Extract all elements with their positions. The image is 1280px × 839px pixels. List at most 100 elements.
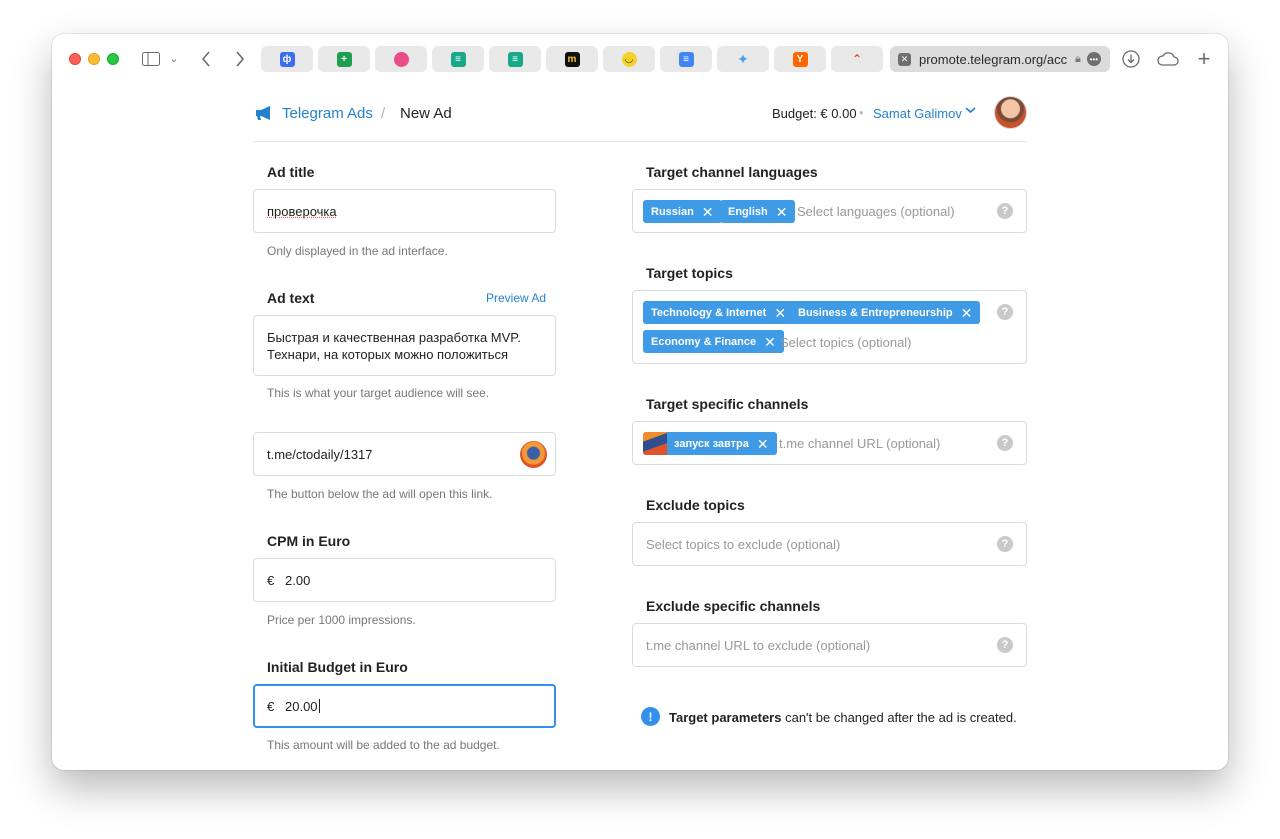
tab-4[interactable]: ≡ xyxy=(432,46,484,72)
topics-placeholder: Select topics (optional) xyxy=(780,335,912,350)
new-tab-icon[interactable]: + xyxy=(1194,46,1214,71)
chevron-down-icon[interactable] xyxy=(965,106,976,117)
mountain-icon: ⌃ xyxy=(851,52,863,66)
channel-thumbnail xyxy=(520,441,547,468)
tab-7[interactable]: ◡ xyxy=(603,46,655,72)
channels-label: Target specific channels xyxy=(646,396,809,412)
budget-help: This amount will be added to the ad budg… xyxy=(267,738,500,752)
exclude-topics-label: Exclude topics xyxy=(646,497,745,513)
page: Telegram Ads / New Ad Budget: € 0.00 • S… xyxy=(253,84,1027,752)
megaphone-icon xyxy=(256,106,270,120)
tab-9[interactable]: ✦ xyxy=(717,46,769,72)
channels-placeholder: t.me channel URL (optional) xyxy=(779,436,941,451)
help-icon[interactable]: ? xyxy=(997,637,1013,653)
remove-chip-icon: ✕ xyxy=(764,333,776,350)
budget-value: 20.00 xyxy=(285,699,320,714)
help-icon[interactable]: ? xyxy=(997,435,1013,451)
exclude-topics-placeholder: Select topics to exclude (optional) xyxy=(646,537,841,552)
ad-text-help: This is what your target audience will s… xyxy=(267,386,490,400)
lock-icon: 🔒︎ xyxy=(1075,52,1081,65)
languages-label: Target channel languages xyxy=(646,164,818,180)
budget-currency: € xyxy=(267,699,275,714)
remove-chip-icon: ✕ xyxy=(960,304,973,321)
ad-text-line-2: Технари, на которых можно положиться xyxy=(267,347,509,362)
close-tab-icon[interactable]: ✕ xyxy=(898,52,911,66)
exclude-topics-select[interactable]: Select topics to exclude (optional) ? xyxy=(632,522,1027,566)
page-title: New Ad xyxy=(400,105,452,122)
header-dot: • xyxy=(859,105,864,120)
ad-text-input[interactable]: Быстрая и качественная разработка MVP. Т… xyxy=(253,315,556,376)
chip-english[interactable]: English ✕ xyxy=(720,200,796,223)
cloud-icon[interactable] xyxy=(1156,48,1180,70)
cpm-help: Price per 1000 impressions. xyxy=(267,613,416,627)
remove-chip-icon: ✕ xyxy=(756,435,769,452)
disqus-like-icon: ф xyxy=(279,51,295,67)
tab-8[interactable]: ≡ xyxy=(660,46,712,72)
channels-select[interactable]: запуск завтра ✕ t.me channel URL (optiona… xyxy=(632,421,1027,465)
emoji-icon: ◡ xyxy=(621,51,637,67)
close-window-button[interactable] xyxy=(69,53,81,65)
remove-chip-icon: ✕ xyxy=(701,203,714,220)
page-header: Telegram Ads / New Ad Budget: € 0.00 • S… xyxy=(253,84,1027,142)
brand-link[interactable]: Telegram Ads xyxy=(282,105,373,122)
help-icon[interactable]: ? xyxy=(997,203,1013,219)
browser-toolbar: ⌄ ф + ≡ ≡ m ◡ ≡ ✦ Y ⌃ ✕ promote.telegram… xyxy=(52,34,1228,84)
dribbble-icon xyxy=(393,51,409,67)
preview-ad-link[interactable]: Preview Ad xyxy=(486,291,546,305)
chip-channel[interactable]: запуск завтра ✕ xyxy=(643,432,777,455)
budget-input[interactable]: € 20.00 xyxy=(253,684,556,728)
exclude-channels-label: Exclude specific channels xyxy=(646,598,821,614)
ad-link-input[interactable]: t.me/ctodaily/1317 xyxy=(253,432,556,476)
ad-text-label: Ad text xyxy=(267,290,315,306)
more-icon[interactable]: ••• xyxy=(1086,52,1101,66)
ycombinator-icon: Y xyxy=(792,51,808,67)
sheets-icon: + xyxy=(336,51,352,67)
budget-label: Initial Budget in Euro xyxy=(267,659,408,675)
help-icon[interactable]: ? xyxy=(997,536,1013,552)
browser-window: ⌄ ф + ≡ ≡ m ◡ ≡ ✦ Y ⌃ ✕ promote.telegram… xyxy=(52,34,1228,770)
tab-2[interactable]: + xyxy=(318,46,370,72)
ad-title-help: Only displayed in the ad interface. xyxy=(267,244,448,258)
exclude-channels-placeholder: t.me channel URL to exclude (optional) xyxy=(646,638,871,653)
zoom-window-button[interactable] xyxy=(107,53,119,65)
cpm-input[interactable]: € 2.00 xyxy=(253,558,556,602)
address-text: promote.telegram.org/acc xyxy=(919,51,1068,67)
languages-select[interactable]: Russian ✕ English ✕ Select languages (opti… xyxy=(632,189,1027,233)
tab-11[interactable]: ⌃ xyxy=(831,46,883,72)
account-budget: Budget: € 0.00 xyxy=(772,106,857,121)
info-icon: ! xyxy=(641,707,660,726)
ad-title-label: Ad title xyxy=(267,164,315,180)
tab-5[interactable]: ≡ xyxy=(489,46,541,72)
user-menu[interactable]: Samat Galimov xyxy=(873,106,962,121)
help-icon[interactable]: ? xyxy=(997,304,1013,320)
gdocs-icon: ≡ xyxy=(678,51,694,67)
cpm-label: CPM in Euro xyxy=(267,533,351,549)
topics-select[interactable]: Technology & Internet ✕ Business & Entrep… xyxy=(632,290,1027,364)
tab-10[interactable]: Y xyxy=(774,46,826,72)
chip-technology[interactable]: Technology & Internet ✕ xyxy=(643,301,795,324)
miro-icon: m xyxy=(564,51,580,67)
chip-economy[interactable]: Economy & Finance ✕ xyxy=(643,330,784,353)
breadcrumb-separator: / xyxy=(381,105,386,122)
exclude-channels-input[interactable]: t.me channel URL to exclude (optional) ? xyxy=(632,623,1027,667)
chip-russian[interactable]: Russian ✕ xyxy=(643,200,722,223)
tab-1[interactable]: ф xyxy=(261,46,313,72)
cpm-value: 2.00 xyxy=(285,573,311,588)
download-icon[interactable] xyxy=(1121,48,1141,70)
tab-3[interactable] xyxy=(375,46,427,72)
sparkle-icon: ✦ xyxy=(737,50,749,67)
chevron-down-icon[interactable]: ⌄ xyxy=(168,48,180,70)
remove-chip-icon: ✕ xyxy=(775,203,788,220)
forward-icon[interactable] xyxy=(230,48,250,70)
minimize-window-button[interactable] xyxy=(88,53,100,65)
active-tab-address[interactable]: ✕ promote.telegram.org/acc 🔒︎ ••• xyxy=(890,46,1110,72)
cpm-currency: € xyxy=(267,573,275,588)
back-icon[interactable] xyxy=(196,48,216,70)
sidebar-icon[interactable] xyxy=(141,48,161,70)
chip-business[interactable]: Business & Entrepreneurship ✕ xyxy=(790,301,981,324)
ad-text-line-1: Быстрая и качественная разработка MVP. xyxy=(267,330,521,345)
tab-6[interactable]: m xyxy=(546,46,598,72)
ad-title-input[interactable]: проверочка xyxy=(253,189,556,233)
avatar[interactable] xyxy=(994,96,1027,129)
languages-placeholder: Select languages (optional) xyxy=(797,204,955,219)
